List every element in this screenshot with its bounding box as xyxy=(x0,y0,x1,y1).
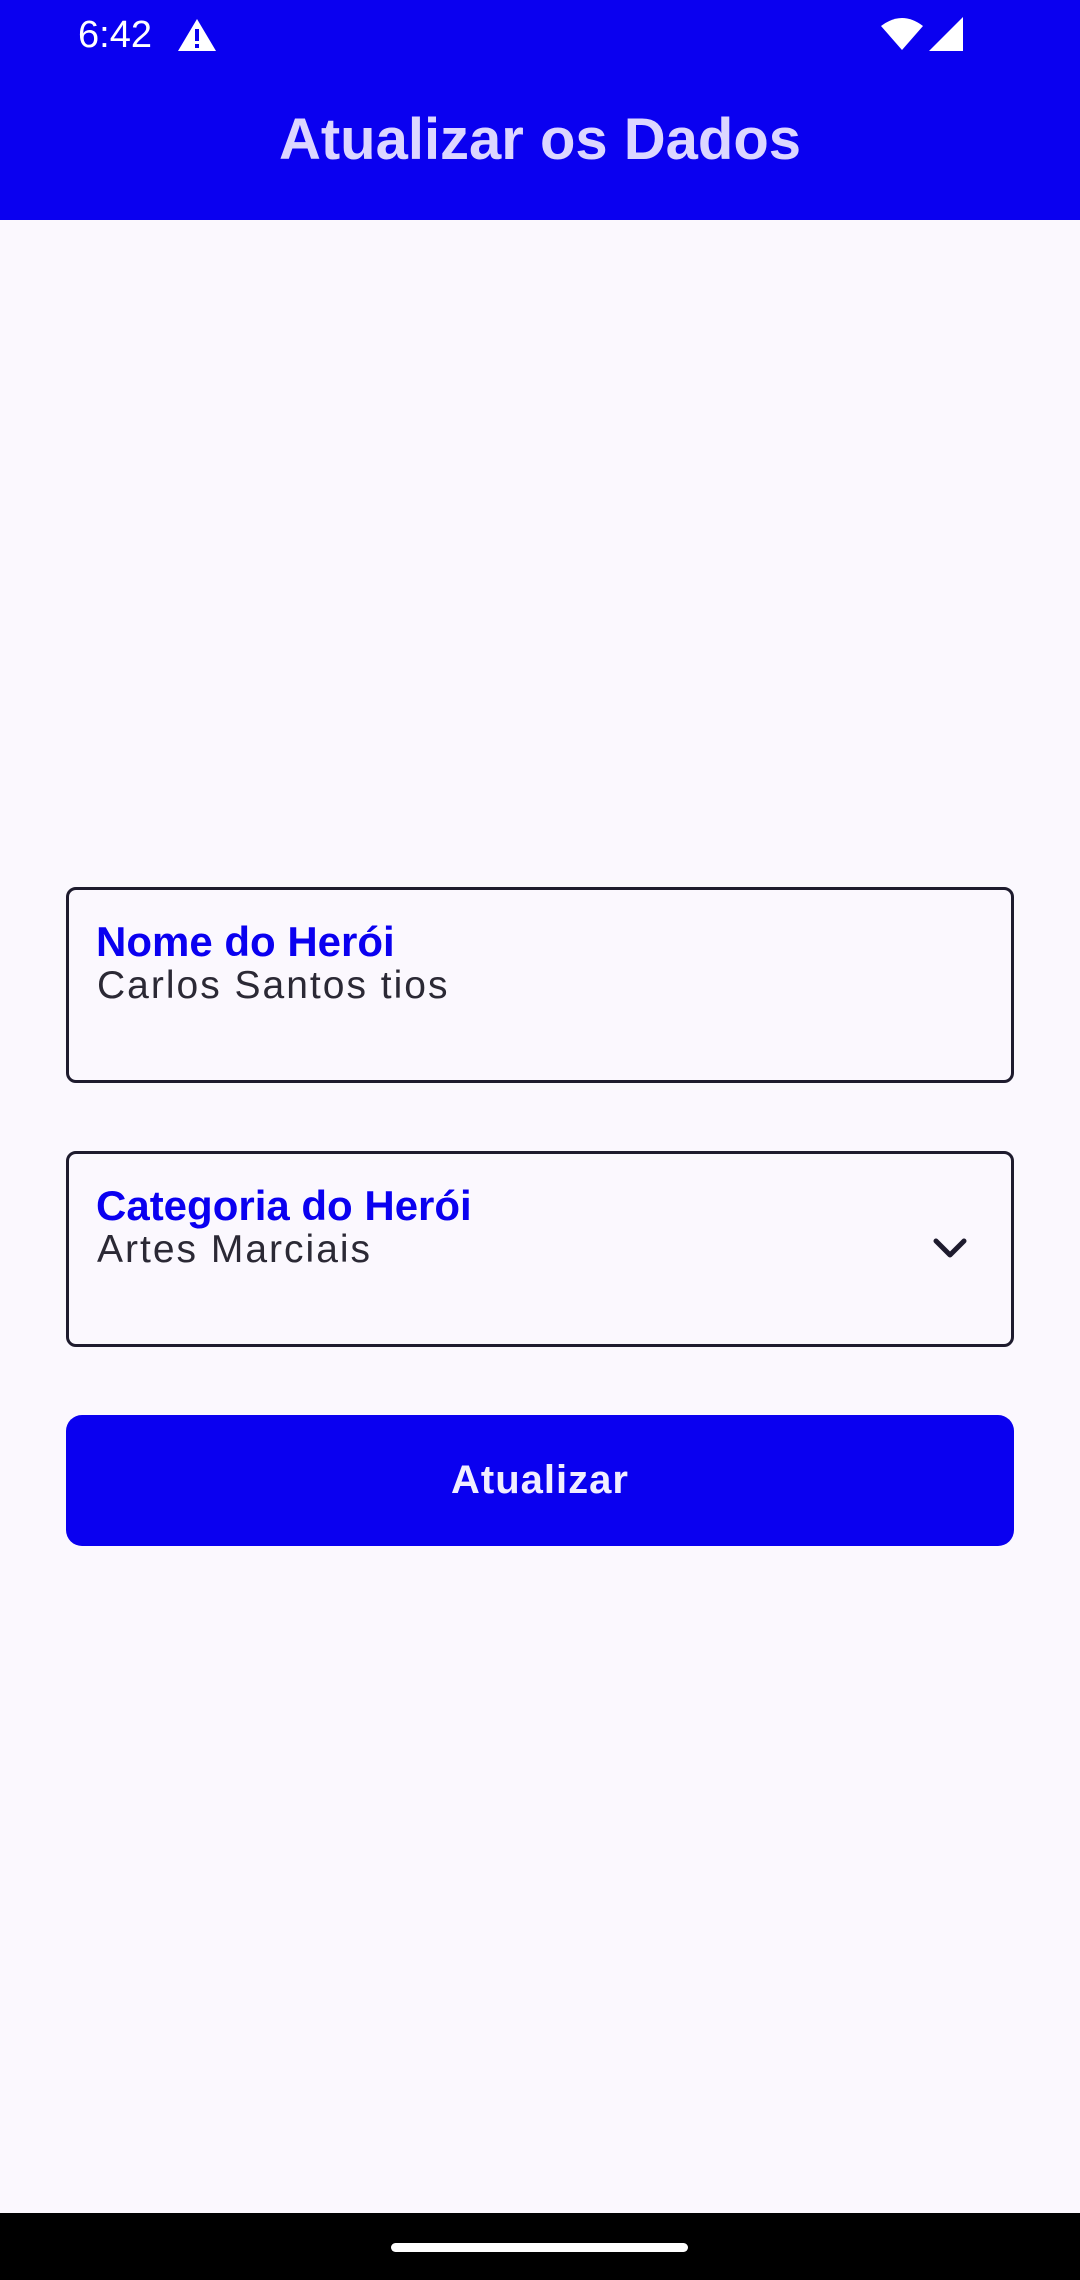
alert-icon xyxy=(178,19,216,51)
hero-name-value[interactable]: Carlos Santos tios xyxy=(97,963,449,1009)
navigation-bar xyxy=(0,2213,1080,2280)
wifi-icon xyxy=(881,18,923,50)
update-button[interactable]: Atualizar xyxy=(66,1415,1014,1546)
hero-category-label: Categoria do Herói xyxy=(96,1182,472,1229)
page-title: Atualizar os Dados xyxy=(278,107,802,172)
home-indicator[interactable] xyxy=(391,2243,688,2252)
hero-category-value[interactable]: Artes Marciais xyxy=(97,1227,372,1273)
signal-icon xyxy=(929,17,963,51)
chevron-down-icon[interactable] xyxy=(933,1238,967,1260)
hero-category-dropdown[interactable]: Categoria do Herói Artes Marciais xyxy=(66,1151,1014,1347)
app-bar: 6:42 Atualizar os Dados xyxy=(0,0,1080,220)
hero-name-field[interactable]: Nome do Herói Carlos Santos tios xyxy=(66,887,1014,1083)
hero-name-label: Nome do Herói xyxy=(96,918,395,965)
status-time: 6:42 xyxy=(78,14,152,56)
status-bar: 6:42 xyxy=(0,0,1080,70)
